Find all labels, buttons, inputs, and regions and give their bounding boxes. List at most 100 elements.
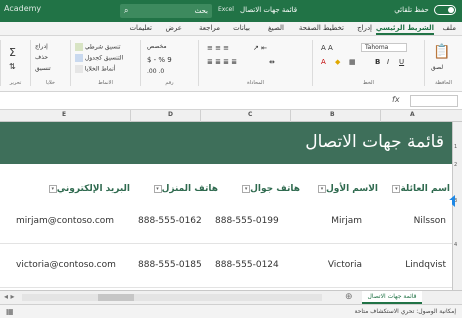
tab-formulas[interactable]: الصيغ [268,24,284,32]
cell-home-phone[interactable]: 888-555-0162 [138,216,202,226]
cell-last-name[interactable]: Lindqvist [405,260,446,270]
name-box[interactable] [410,95,458,107]
fill-color-icon[interactable]: ◆ [335,58,340,66]
tab-file[interactable]: ملف [443,24,456,32]
sort-filter-icon[interactable]: ⇅ [9,62,16,71]
status-bar: ▦ إمكانية الوصول: تحري الاستكشاف متاحة [0,304,462,318]
currency-percent-icons[interactable]: $ - % 9 [147,56,172,64]
header-mobile-phone[interactable]: هاتف جوال▾ [240,184,300,194]
column-b[interactable]: B [330,111,335,118]
function-icon[interactable]: fx [392,95,400,104]
table-row[interactable]: Nilsson Mirjam 888-555-0199 888-555-0162… [0,200,452,244]
sheet-tab-contacts[interactable]: قائمة جهات الاتصال [362,291,422,304]
editing-group: Σ ⇅ تحرير [0,40,30,86]
add-sheet-icon[interactable]: ⊕ [345,292,353,303]
account-label: Academy [4,4,42,13]
cell-styles-label: أنماط الخلايا [84,65,116,73]
italic-icon[interactable]: I [387,58,389,66]
view-normal-icon[interactable]: ▦ [6,307,14,316]
autosave-control[interactable]: حفظ تلقائي [394,5,456,15]
delete-cells-button[interactable]: حذف [35,54,48,61]
header-home-phone[interactable]: هاتف المنزل▾ [152,184,218,194]
table-row[interactable]: Lindqvist Victoria 888-555-0124 888-555-… [0,244,452,288]
conditional-formatting-label: تنسيق شرطي [84,43,121,51]
cell-styles-button[interactable]: أنماط الخلايا [75,65,115,73]
tab-review[interactable]: مراجعة [199,24,220,32]
styles-group: تنسيق شرطي التنسيق كجدول أنماط الخلايا ا… [70,40,140,86]
header-email[interactable]: البريد الإلكتروني▾ [47,184,130,194]
title-bar: Academy ⌕ بحث Excel قائمة جهات الاتصال ح… [0,0,462,22]
align-top-icons[interactable]: ≡ ≡ ≡ [207,44,229,52]
header-email-label: البريد الإلكتروني [56,184,130,194]
cell-first-name[interactable]: Mirjam [331,216,362,226]
editing-group-label: تحرير [9,80,22,86]
cells-group: إدراج حذف تنسيق خلايا [30,40,70,86]
number-group-label: رقم [165,80,174,86]
decimal-icons[interactable]: .00 .0 [147,68,164,75]
filter-dropdown-icon[interactable]: ▾ [153,184,162,193]
header-last-name[interactable]: اسم العائلة▾ [390,184,450,194]
title-banner[interactable]: قائمة جهات الاتصال [0,122,452,164]
autosave-label: حفظ تلقائي [394,6,429,14]
tab-data[interactable]: بيانات [233,24,250,32]
merge-icon[interactable]: ⇹ [269,58,275,66]
accessibility-status[interactable]: إمكانية الوصول: تحري الاستكشاف متاحة [355,308,457,315]
font-group-label: الخط [363,80,374,86]
cell-mobile-phone[interactable]: 888-555-0199 [215,216,279,226]
tab-help[interactable]: تعليمات [129,24,152,32]
font-name-select[interactable]: Tahoma [361,43,407,52]
row-4[interactable]: 4 [454,242,457,248]
header-home-phone-label: هاتف المنزل [161,184,218,194]
search-placeholder: بحث [194,7,208,15]
orientation-icon[interactable]: ↗ ⇤ [253,44,267,52]
column-a[interactable]: A [410,111,415,118]
header-first-name[interactable]: الاسم الأول▾ [316,184,378,194]
column-d[interactable]: D [168,111,173,118]
insert-cells-button[interactable]: إدراج [35,43,48,50]
cell-mobile-phone[interactable]: 888-555-0124 [215,260,279,270]
window-title: قائمة جهات الاتصال [240,6,298,14]
horizontal-scrollbar[interactable] [22,294,322,301]
paste-icon[interactable]: 📋 [433,44,450,60]
underline-icon[interactable]: U [399,58,404,66]
column-e[interactable]: E [62,111,66,118]
font-color-icon[interactable]: A [321,58,326,66]
borders-icon[interactable]: ▦ [349,58,356,66]
font-size-controls[interactable]: A A [321,44,333,52]
cell-first-name[interactable]: Victoria [328,260,362,270]
formula-bar[interactable]: fx [0,92,462,110]
bold-icon[interactable]: B [375,58,380,66]
font-group: Tahoma A A B I U A ◆ ▦ الخط [312,40,424,86]
search-icon: ⌕ [124,6,129,15]
conditional-formatting-button[interactable]: تنسيق شرطي [75,43,121,51]
tab-page-layout[interactable]: تخطيط الصفحة [299,24,344,32]
paste-button[interactable]: لصق [431,64,443,71]
cell-email[interactable]: victoria@contoso.com [16,260,116,270]
autosave-toggle[interactable] [434,5,456,15]
filter-dropdown-icon[interactable]: ▾ [48,184,57,193]
column-c[interactable]: C [248,111,252,118]
format-as-table-button[interactable]: التنسيق كجدول [75,54,123,62]
number-format-select[interactable]: مخصص [147,43,187,50]
styles-group-label: الأنماط [98,80,113,86]
row-2[interactable]: 2 [454,162,457,168]
cell-last-name[interactable]: Nilsson [414,216,446,226]
sheet-nav-icon[interactable]: ◂ ▸ [4,292,15,301]
align-horizontal-icons[interactable]: ≣ ≣ ≣ ≣ [207,58,237,66]
filter-dropdown-icon[interactable]: ▾ [242,184,251,193]
cell-home-phone[interactable]: 888-555-0185 [138,260,202,270]
tab-view[interactable]: عرض [165,24,182,32]
ribbon-tabs: ملف الشريط الرئيسي إدراج تخطيط الصفحة ال… [0,22,462,36]
sum-icon[interactable]: Σ [9,46,16,59]
row-1[interactable]: 1 [454,144,457,150]
filter-dropdown-icon[interactable]: ▾ [317,184,326,193]
tab-home[interactable]: الشريط الرئيسي [375,24,434,35]
cell-email[interactable]: mirjam@contoso.com [16,216,114,226]
tab-insert[interactable]: إدراج [357,24,372,32]
scroll-thumb[interactable] [98,294,134,301]
format-as-table-label: التنسيق كجدول [84,54,124,62]
format-cells-button[interactable]: تنسيق [35,65,51,72]
search-box[interactable]: ⌕ بحث [120,4,212,18]
format-table-icon [75,54,83,62]
cell-styles-icon [75,65,83,73]
